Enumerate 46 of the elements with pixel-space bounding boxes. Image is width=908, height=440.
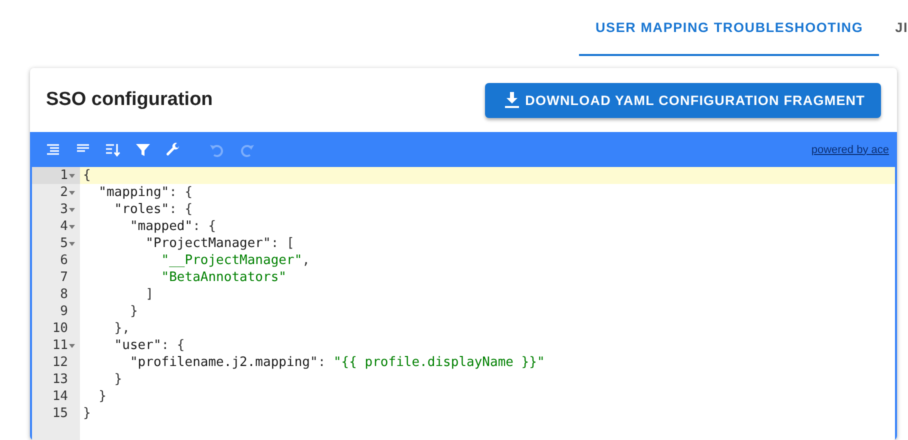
- card-title: SSO configuration: [46, 89, 213, 111]
- fold-arrow-icon[interactable]: [69, 174, 75, 178]
- code-line: "mapping": {: [98, 185, 193, 200]
- line-number: 12: [52, 354, 68, 371]
- line-number: 13: [52, 371, 68, 388]
- line-number: 2: [60, 184, 68, 201]
- tab[interactable]: JI: [879, 0, 908, 56]
- download-button[interactable]: DOWNLOAD YAML CONFIGURATION FRAGMENT: [485, 82, 881, 118]
- fold-arrow-icon[interactable]: [69, 190, 75, 194]
- line-number: 4: [60, 218, 68, 235]
- line-number: 3: [60, 201, 68, 218]
- line-number: 9: [60, 303, 68, 320]
- filter-icon[interactable]: [135, 142, 151, 158]
- code-line: "BetaAnnotators": [160, 270, 286, 285]
- sort-icon[interactable]: [105, 142, 121, 158]
- line-number: 5: [60, 235, 68, 252]
- code-line: ]: [144, 287, 154, 302]
- tab[interactable]: USER MAPPING TROUBLESHOOTING: [579, 0, 880, 56]
- line-number: 10: [52, 320, 68, 337]
- line-number: 1: [60, 167, 68, 184]
- powered-by-link[interactable]: powered by ace: [811, 144, 889, 156]
- code-line: "ProjectManager": [: [144, 236, 294, 251]
- line-number: 7: [60, 269, 68, 286]
- line-number: 15: [52, 405, 68, 422]
- code-line: "profilename.j2.mapping": "{{ profile.displayName }}": [128, 355, 545, 370]
- download-icon: [505, 92, 520, 108]
- wrench-icon[interactable]: [165, 142, 181, 158]
- fold-arrow-icon[interactable]: [69, 242, 75, 246]
- line-number: 11: [52, 337, 68, 354]
- code-line: }: [98, 389, 106, 404]
- line-number: 6: [60, 252, 68, 269]
- line-number: 14: [52, 388, 68, 405]
- fold-arrow-icon[interactable]: [69, 224, 75, 228]
- fold-arrow-icon[interactable]: [69, 344, 75, 348]
- code-line: }: [113, 372, 122, 387]
- fold-arrow-icon[interactable]: [69, 208, 75, 212]
- code-line: "user": {: [113, 338, 185, 353]
- code-line: }: [83, 406, 91, 421]
- code-line: {: [83, 168, 91, 183]
- code-line: }: [128, 304, 138, 319]
- code-line: },: [113, 321, 130, 336]
- code-line: "roles": {: [113, 202, 193, 217]
- code-line: "__ProjectManager",: [160, 253, 310, 268]
- code-line: "mapped": {: [128, 219, 216, 234]
- line-number: 8: [60, 286, 68, 303]
- indent-lines-icon[interactable]: [45, 142, 61, 158]
